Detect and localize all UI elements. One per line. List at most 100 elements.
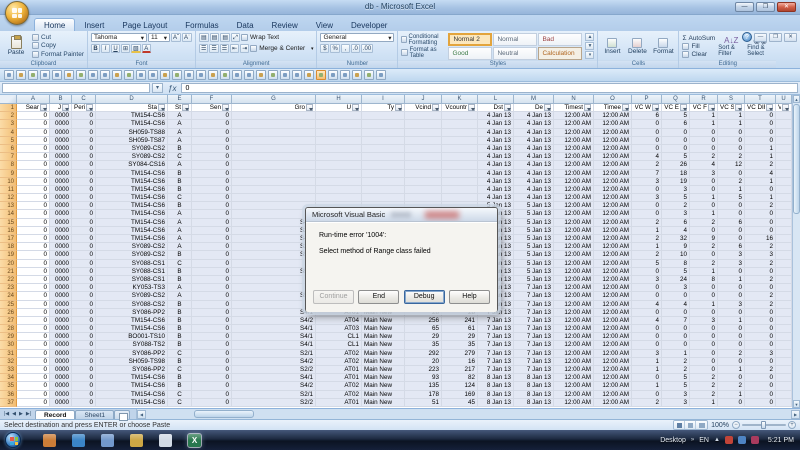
cell-P25[interactable]: 4 <box>632 300 662 309</box>
cell-O7[interactable]: 12:00 AM <box>594 153 632 162</box>
filter-arrow-icon[interactable] <box>708 104 715 112</box>
cell-E7[interactable]: C <box>168 153 192 162</box>
cell-M3[interactable]: 4 Jan 13 <box>514 120 554 129</box>
cell-L9[interactable]: 4 Jan 13 <box>478 169 514 178</box>
cell-D14[interactable]: TM154-CS6 <box>96 210 168 219</box>
cell-E14[interactable]: A <box>168 210 192 219</box>
cell-M24[interactable]: 7 Jan 13 <box>514 292 554 301</box>
row-header-9[interactable]: 9 <box>0 169 17 178</box>
cell-L2[interactable]: 4 Jan 13 <box>478 112 514 121</box>
cell-M31[interactable]: 7 Jan 13 <box>514 349 554 358</box>
filter-arrow-icon[interactable] <box>306 104 313 112</box>
cell-U17[interactable] <box>776 235 792 244</box>
borders-button[interactable]: ⊞ <box>121 44 131 53</box>
cell-G4[interactable] <box>232 128 316 137</box>
cell-G25[interactable]: S1 <box>232 300 316 309</box>
comma-style-button[interactable]: , <box>340 44 350 53</box>
scroll-right-icon[interactable]: ▶ <box>791 409 800 419</box>
filter-arrow-icon[interactable] <box>584 104 591 112</box>
cell-N24[interactable]: 12:00 AM <box>554 292 594 301</box>
cell-E33[interactable]: C <box>168 366 192 375</box>
row-header-34[interactable]: 34 <box>0 374 17 383</box>
cell-A28[interactable]: 0 <box>17 325 50 334</box>
tab-insert[interactable]: Insert <box>75 19 113 31</box>
cell-R22[interactable]: 8 <box>690 275 718 285</box>
cell-D37[interactable]: TM154-CS6 <box>96 398 168 407</box>
style-normal-2[interactable]: Normal 2 <box>448 32 493 46</box>
cell-J31[interactable]: 292 <box>405 349 442 358</box>
cell-P30[interactable]: 0 <box>632 341 662 350</box>
cell-E37[interactable]: C <box>168 398 192 407</box>
cell-S7[interactable]: 2 <box>718 153 745 162</box>
paste-button[interactable]: Paste <box>3 33 29 59</box>
cell-N3[interactable]: 12:00 AM <box>554 120 594 129</box>
end-button[interactable]: End <box>358 290 400 304</box>
cell-F34[interactable]: 0 <box>192 374 232 383</box>
filter-header-Q[interactable]: VC E <box>662 104 690 113</box>
cell-C19[interactable]: 0 <box>72 251 96 260</box>
cell-S35[interactable]: 2 <box>718 382 745 391</box>
font-name-select[interactable]: Tahoma ▾ <box>91 33 147 42</box>
cell-T31[interactable]: 3 <box>745 349 776 358</box>
row-header-21[interactable]: 21 <box>0 267 17 276</box>
name-box[interactable] <box>2 83 150 93</box>
cell-F33[interactable]: 0 <box>192 366 232 375</box>
cell-E3[interactable]: A <box>168 120 192 129</box>
cell-B37[interactable]: 0000 <box>50 398 72 407</box>
cell-P3[interactable]: 0 <box>632 120 662 129</box>
cell-M36[interactable]: 8 Jan 13 <box>514 390 554 399</box>
cell-B29[interactable]: 0000 <box>50 333 72 342</box>
cell-K3[interactable] <box>442 120 478 129</box>
cell-H6[interactable] <box>316 144 362 154</box>
format-cells-button[interactable]: Format <box>651 33 675 59</box>
cell-C32[interactable]: 0 <box>72 357 96 366</box>
cell-I10[interactable] <box>362 177 405 186</box>
cell-F31[interactable]: 0 <box>192 349 232 358</box>
cell-E24[interactable]: A <box>168 292 192 301</box>
cell-P18[interactable]: 1 <box>632 243 662 252</box>
cell-H35[interactable]: AT02 <box>316 382 362 391</box>
cell-A14[interactable]: 0 <box>17 210 50 219</box>
cell-R3[interactable]: 1 <box>690 120 718 129</box>
cell-Q23[interactable]: 3 <box>662 284 690 293</box>
cell-F27[interactable]: 0 <box>192 316 232 326</box>
cell-G15[interactable]: S4/2 <box>232 218 316 227</box>
cell-D32[interactable]: SH059-TS98 <box>96 357 168 366</box>
cell-J28[interactable]: 65 <box>405 325 442 334</box>
style-good[interactable]: Good <box>448 46 493 60</box>
cell-A32[interactable]: 0 <box>17 357 50 366</box>
cell-F32[interactable]: 0 <box>192 357 232 366</box>
cell-O34[interactable]: 12:00 AM <box>594 374 632 383</box>
cell-D4[interactable]: SH059-TS88 <box>96 128 168 137</box>
cell-T37[interactable]: 0 <box>745 398 776 407</box>
cell-U33[interactable] <box>776 366 792 375</box>
cell-Q21[interactable]: 5 <box>662 267 690 276</box>
cell-T8[interactable]: 2 <box>745 161 776 170</box>
cell-A18[interactable]: 0 <box>17 243 50 252</box>
pidgin-taskbar-icon[interactable] <box>130 433 143 447</box>
column-header-A[interactable]: A <box>17 95 50 104</box>
cell-M13[interactable]: 5 Jan 13 <box>514 202 554 211</box>
style-normal[interactable]: Normal <box>493 32 538 46</box>
name-box-dropdown-icon[interactable]: ▾ <box>152 83 163 93</box>
cell-Q9[interactable]: 18 <box>662 169 690 178</box>
cell-L10[interactable]: 4 Jan 13 <box>478 177 514 186</box>
cell-D9[interactable]: TM154-CS6 <box>96 169 168 178</box>
cell-N9[interactable]: 12:00 AM <box>554 169 594 178</box>
cell-N28[interactable]: 12:00 AM <box>554 325 594 334</box>
filter-arrow-icon[interactable] <box>468 104 475 112</box>
cell-P13[interactable]: 0 <box>632 202 662 211</box>
cell-P27[interactable]: 4 <box>632 316 662 326</box>
cell-C24[interactable]: 0 <box>72 292 96 301</box>
cell-N16[interactable]: 12:00 AM <box>554 226 594 235</box>
cell-U32[interactable] <box>776 357 792 366</box>
cell-U10[interactable] <box>776 177 792 186</box>
chart-bar-icon[interactable] <box>316 70 326 80</box>
cell-M33[interactable]: 7 Jan 13 <box>514 366 554 375</box>
cell-U9[interactable] <box>776 169 792 178</box>
cell-E29[interactable]: B <box>168 333 192 342</box>
cell-N30[interactable]: 12:00 AM <box>554 341 594 350</box>
cell-P5[interactable]: 0 <box>632 136 662 145</box>
cell-K31[interactable]: 279 <box>442 349 478 358</box>
last-sheet-icon[interactable]: ▶| <box>25 411 32 417</box>
